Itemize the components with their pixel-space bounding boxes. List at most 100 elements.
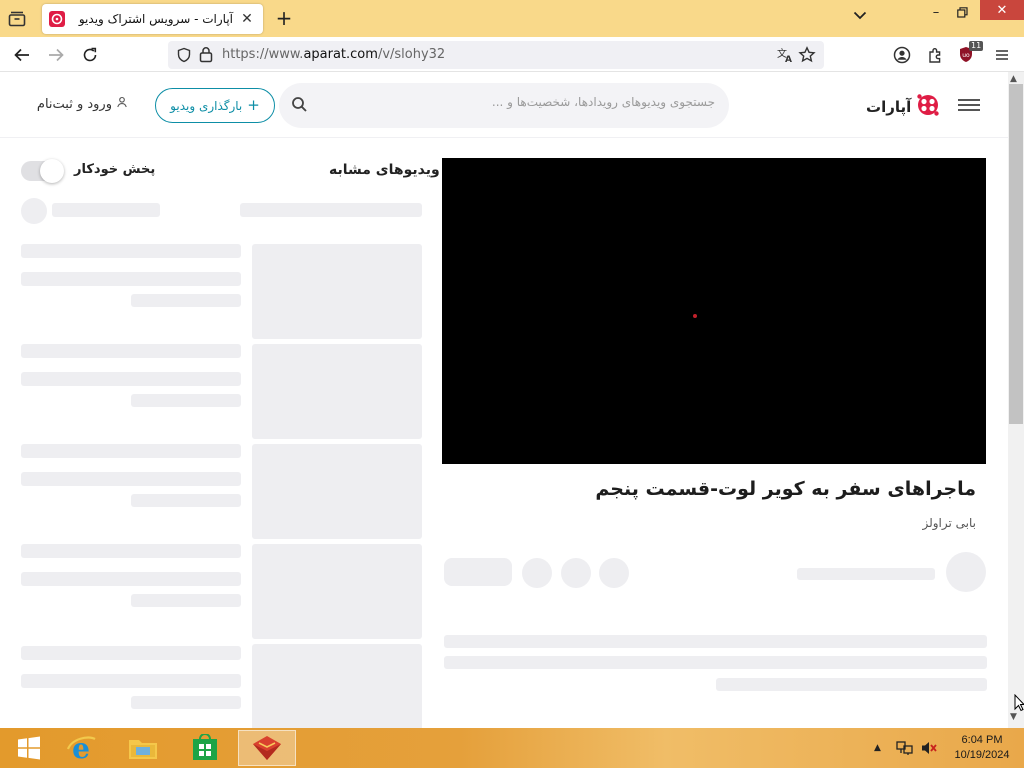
skeleton-action-icon <box>522 558 552 588</box>
video-title: ماجراهای سفر به کویر لوت-قسمت پنجم <box>595 478 976 500</box>
window-close-button[interactable]: ✕ <box>980 0 1024 20</box>
skeleton-line <box>21 444 241 458</box>
skeleton-thumbnail <box>252 344 422 439</box>
scroll-up-arrow-icon[interactable]: ▲ <box>1010 74 1017 84</box>
url-prefix: https://www. <box>222 47 304 62</box>
login-link[interactable]: ورود و ثبت‌نام <box>37 96 128 112</box>
file-explorer-icon[interactable] <box>114 730 172 766</box>
skeleton-line <box>131 594 241 607</box>
skeleton-thumbnail <box>252 644 422 728</box>
autoplay-label: پخش خودکار <box>74 162 156 177</box>
account-icon[interactable] <box>890 43 914 67</box>
taskbar-clock[interactable]: 6:04 PM 10/19/2024 <box>944 733 1020 763</box>
site-menu-icon[interactable] <box>958 96 980 114</box>
tray-overflow-icon[interactable]: ▲ <box>874 728 881 768</box>
search-icon[interactable] <box>291 96 308 116</box>
upload-video-button[interactable]: + بارگذاری ویدیو <box>155 88 275 123</box>
browser-tab-active[interactable]: آپارات - سرویس اشتراک ویدیو ✕ <box>42 4 263 34</box>
network-icon[interactable] <box>896 728 914 768</box>
skeleton-line <box>131 294 241 307</box>
svg-text:uo: uo <box>962 52 970 59</box>
aparat-logo[interactable]: آپارات <box>866 92 941 121</box>
logo-text: آپارات <box>866 97 912 116</box>
skeleton-line <box>797 568 935 580</box>
user-icon <box>116 96 128 112</box>
skeleton-button <box>444 558 512 586</box>
search-input[interactable] <box>315 95 715 109</box>
svg-text:A: A <box>785 55 792 64</box>
chevron-down-icon[interactable] <box>850 9 870 29</box>
bookmark-star-icon[interactable] <box>798 46 816 67</box>
autoplay-toggle[interactable] <box>21 159 64 183</box>
tracking-shield-icon[interactable] <box>176 47 192 66</box>
page-content: ورود و ثبت‌نام + بارگذاری ویدیو آپارات و… <box>0 72 1008 728</box>
browser-tabstrip: آپارات - سرویس اشتراک ویدیو ✕ + – ✕ <box>0 0 1024 37</box>
skeleton-line <box>21 674 241 688</box>
skeleton-line <box>444 635 987 648</box>
mouse-cursor-icon <box>1014 693 1024 715</box>
menu-hamburger-icon[interactable] <box>990 43 1014 67</box>
skeleton-channel-avatar <box>946 552 986 592</box>
channel-name[interactable]: بابی تراولز <box>922 516 976 530</box>
window-restore-button[interactable] <box>946 0 978 24</box>
video-player[interactable] <box>442 158 986 464</box>
ublock-extension-icon[interactable]: uo 11 <box>956 41 984 67</box>
search-box <box>279 83 729 128</box>
lock-icon[interactable] <box>199 46 213 66</box>
related-videos-title: ویدیوهای مشابه <box>329 162 440 178</box>
clock-date: 10/19/2024 <box>954 749 1010 761</box>
tab-close-icon[interactable]: ✕ <box>239 11 255 27</box>
skeleton-avatar <box>21 198 47 224</box>
skeleton-line <box>52 203 160 217</box>
new-tab-icon[interactable]: + <box>273 8 295 30</box>
browser-taskbar-icon[interactable] <box>238 730 296 766</box>
internet-explorer-icon[interactable]: e <box>52 730 110 766</box>
skeleton-line <box>21 472 241 486</box>
plus-icon: + <box>247 96 260 114</box>
login-label: ورود و ثبت‌نام <box>36 96 112 112</box>
skeleton-line <box>21 572 241 586</box>
tab-list-icon[interactable] <box>6 8 28 30</box>
scrollbar-thumb[interactable] <box>1009 84 1023 424</box>
volume-muted-icon[interactable] <box>920 728 938 768</box>
skeleton-line <box>21 372 241 386</box>
extension-badge: 11 <box>969 41 984 51</box>
skeleton-line <box>716 678 987 691</box>
skeleton-line <box>131 394 241 407</box>
autoplay-toggle-knob <box>40 159 64 183</box>
extensions-puzzle-icon[interactable] <box>924 43 948 67</box>
windows-start-button[interactable] <box>0 730 58 766</box>
skeleton-line <box>21 646 241 660</box>
loading-indicator <box>693 314 697 318</box>
windows-store-icon[interactable] <box>176 730 234 766</box>
aparat-favicon-icon <box>49 11 65 30</box>
url-host: aparat.com <box>303 47 378 62</box>
skeleton-line <box>131 696 241 709</box>
url-text[interactable]: https://www.aparat.com/v/slohy32 <box>222 47 445 62</box>
skeleton-thumbnail <box>252 544 422 639</box>
site-header: ورود و ثبت‌نام + بارگذاری ویدیو آپارات <box>0 72 1008 138</box>
back-arrow-icon[interactable] <box>10 43 34 67</box>
reload-icon[interactable] <box>78 43 102 67</box>
translate-icon[interactable]: 文A <box>776 46 794 67</box>
skeleton-action-icon <box>599 558 629 588</box>
windows-taskbar: e ▲ 6:04 PM 10/19/2024 <box>0 728 1024 768</box>
tab-title: آپارات - سرویس اشتراک ویدیو <box>78 12 233 26</box>
skeleton-action-icon <box>561 558 591 588</box>
skeleton-thumbnail <box>252 244 422 339</box>
forward-arrow-icon[interactable] <box>44 43 68 67</box>
skeleton-line <box>21 344 241 358</box>
skeleton-line <box>444 656 987 669</box>
skeleton-line <box>21 544 241 558</box>
url-path: /v/slohy32 <box>377 47 446 62</box>
skeleton-line <box>21 272 241 286</box>
clock-time: 6:04 PM <box>961 734 1003 746</box>
skeleton-line <box>21 244 241 258</box>
skeleton-line <box>240 203 422 217</box>
aparat-logo-icon <box>915 92 941 121</box>
browser-toolbar: https://www.aparat.com/v/slohy32 文A uo 1… <box>0 37 1024 72</box>
skeleton-thumbnail <box>252 444 422 539</box>
address-bar[interactable]: https://www.aparat.com/v/slohy32 文A <box>168 41 824 69</box>
skeleton-line <box>131 494 241 507</box>
upload-label: بارگذاری ویدیو <box>170 98 243 113</box>
